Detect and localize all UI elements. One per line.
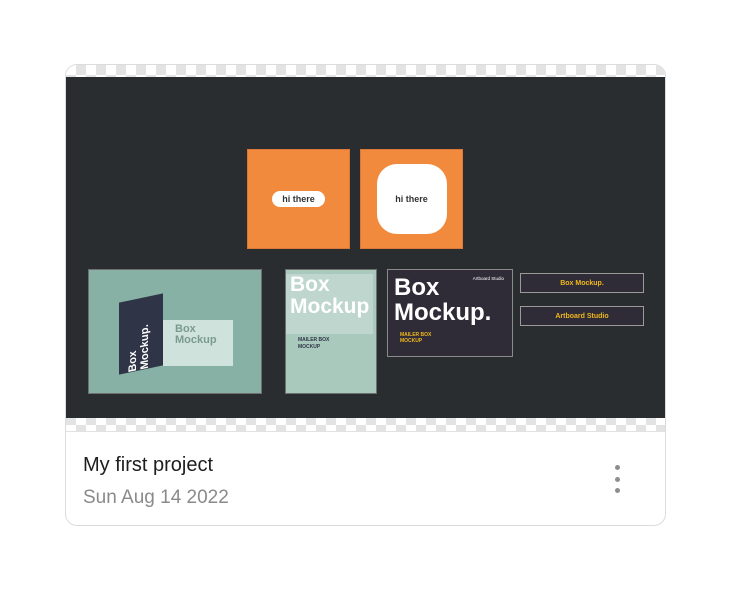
mint-mailer-1: MAILER BOX xyxy=(298,337,330,343)
dark-box-word-2: Mockup. xyxy=(139,323,151,371)
light-box: Box Mockup xyxy=(163,320,233,366)
kebab-menu-icon[interactable] xyxy=(606,465,628,493)
orange-square-rounded: hi there xyxy=(360,149,463,249)
menu-dot xyxy=(614,465,620,470)
dark-card-box-word: Box xyxy=(394,274,440,301)
dark-box-text: Box Mockup. xyxy=(127,304,151,373)
mint-mailer-2: MOCKUP xyxy=(298,344,321,350)
orange-square-pill: hi there xyxy=(247,149,350,249)
dark-card-headline: Box Mockup. xyxy=(394,275,491,325)
mint-subtext: MAILER BOX MOCKUP xyxy=(298,337,329,351)
mint-headline: Box Mockup xyxy=(290,274,369,318)
dark-box-card: Artboard Studio Box Mockup. MAILER BOX M… xyxy=(387,269,513,357)
mint-mockup-word: Mockup xyxy=(290,295,370,318)
hi-there-pill: hi there xyxy=(272,191,325,207)
project-card[interactable]: hi there hi there Box Mockup Box Mockup. xyxy=(65,64,666,526)
artboard-studio-label-card: Artboard Studio xyxy=(520,306,644,326)
light-box-text-2: Mockup xyxy=(175,334,217,346)
dark-card-mockup-word: Mockup. xyxy=(394,299,492,326)
menu-dot xyxy=(614,488,620,493)
preview-canvas: hi there hi there Box Mockup Box Mockup. xyxy=(66,77,665,418)
dark-card-mailer: MAILER BOX MOCKUP xyxy=(400,332,431,344)
project-date: Sun Aug 14 2022 xyxy=(83,487,229,508)
menu-dot xyxy=(614,476,620,482)
box-mockup-label-card: Box Mockup. xyxy=(520,273,644,293)
mint-box-mockup: Box Mockup MAILER BOX MOCKUP xyxy=(285,269,377,394)
card-footer: My first project Sun Aug 14 2022 xyxy=(66,431,665,525)
mint-box-word: Box xyxy=(290,273,330,296)
dark-box: Box Mockup. xyxy=(119,293,163,375)
dark-card-mailer-2: MOCKUP xyxy=(400,338,423,344)
project-title[interactable]: My first project xyxy=(83,454,213,477)
project-thumbnail[interactable]: hi there hi there Box Mockup Box Mockup. xyxy=(66,65,665,432)
hi-there-rounded-box: hi there xyxy=(376,164,447,234)
dark-box-word-1: Box xyxy=(127,349,139,373)
box-mockup-photo: Box Mockup Box Mockup. xyxy=(88,269,262,394)
